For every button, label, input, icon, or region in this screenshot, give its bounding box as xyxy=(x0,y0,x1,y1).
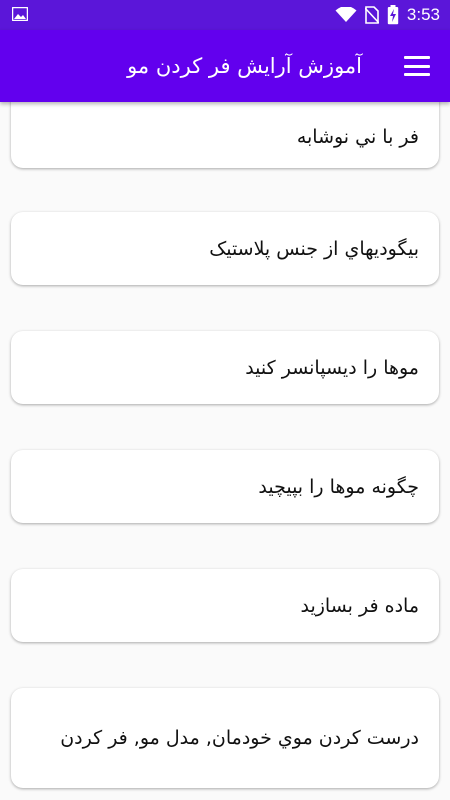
hamburger-menu-icon[interactable] xyxy=(404,54,430,78)
app-title: آموزش آرایش فر کردن مو xyxy=(127,54,362,78)
app-bar: آموزش آرایش فر کردن مو xyxy=(0,30,450,102)
list-item-label: موها را ديسپانسر کنيد xyxy=(245,356,419,379)
status-icons: 3:53 xyxy=(335,0,440,30)
no-sim-icon xyxy=(364,6,379,24)
topic-list[interactable]: فر با ني نوشابه بيگوديهاي از جنس پلاستيک… xyxy=(0,102,450,800)
image-icon xyxy=(12,7,28,21)
list-item[interactable]: بيگوديهاي از جنس پلاستيک xyxy=(11,212,439,285)
list-item[interactable]: ماده فر بسازيد xyxy=(11,569,439,642)
list-item[interactable]: موها را ديسپانسر کنيد xyxy=(11,331,439,404)
status-bar: 3:53 xyxy=(0,0,450,30)
list-item-label: درست کردن موي خودمان, مدل مو, فر کردن xyxy=(60,727,419,749)
list-item[interactable]: درست کردن موي خودمان, مدل مو, فر کردن xyxy=(11,688,439,788)
list-item[interactable]: چگونه موها را بپيچيد xyxy=(11,450,439,523)
battery-charging-icon xyxy=(387,5,399,25)
list-item-label: چگونه موها را بپيچيد xyxy=(258,475,419,498)
status-time: 3:53 xyxy=(406,5,440,24)
list-item[interactable]: فر با ني نوشابه xyxy=(11,102,439,168)
list-item-label: بيگوديهاي از جنس پلاستيک xyxy=(209,237,419,260)
wifi-icon xyxy=(335,7,357,22)
list-item-label: ماده فر بسازيد xyxy=(300,594,420,617)
list-item-label: فر با ني نوشابه xyxy=(296,126,419,148)
